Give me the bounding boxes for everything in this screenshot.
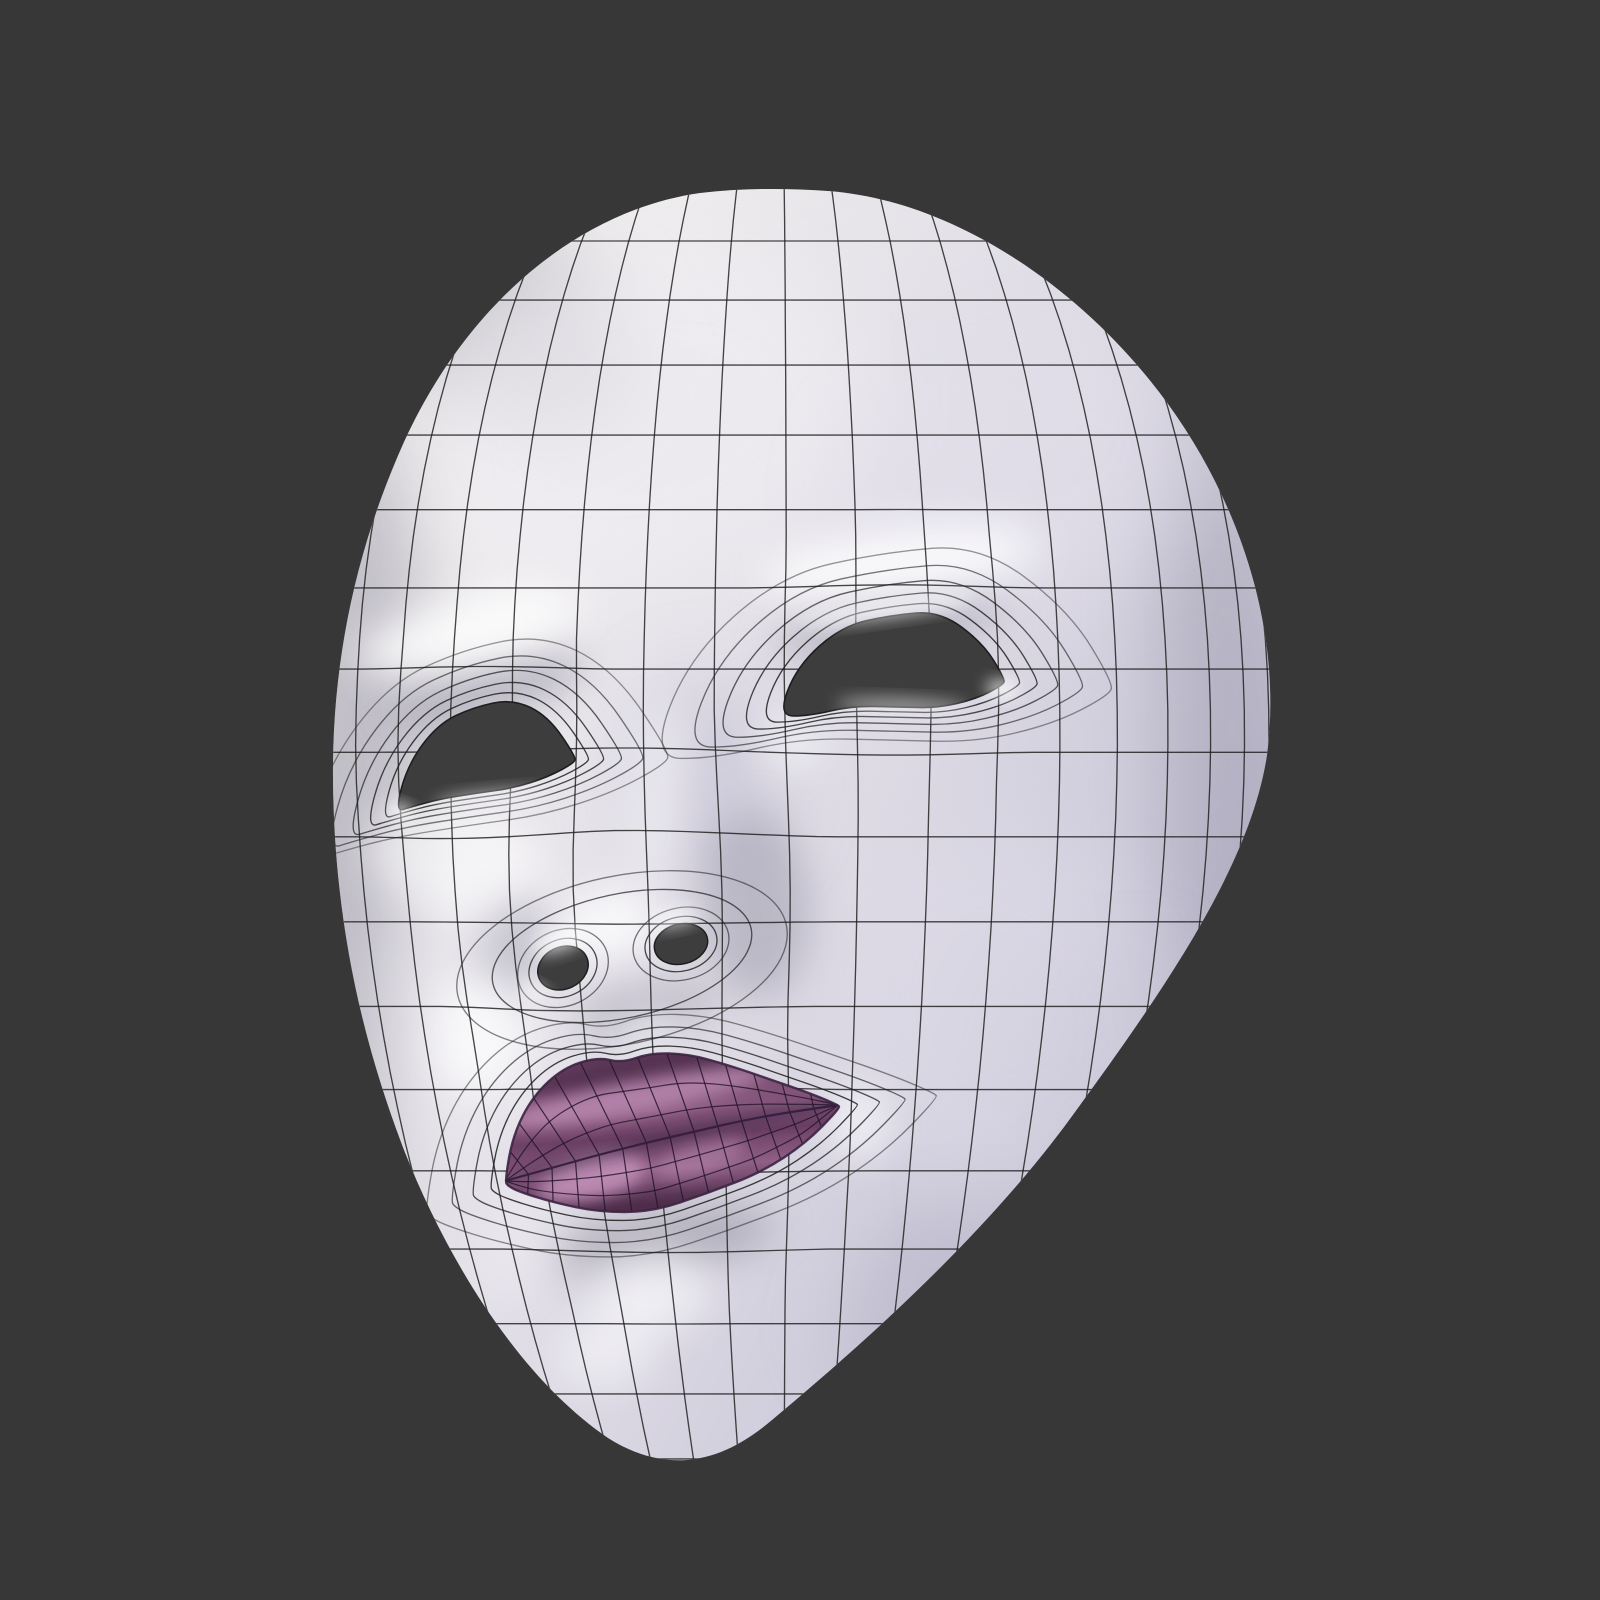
viewport[interactable] [0,0,1600,1600]
3d-viewport-canvas[interactable] [0,0,1600,1600]
